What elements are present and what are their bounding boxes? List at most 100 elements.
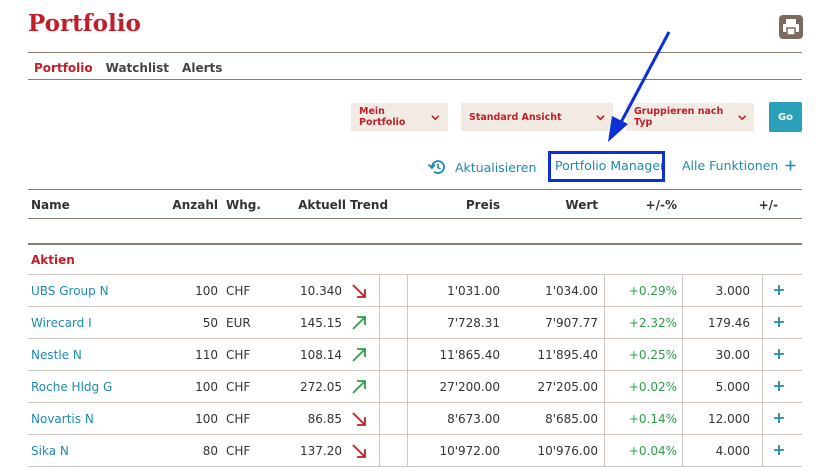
add-icon[interactable] bbox=[772, 379, 786, 393]
column-divider bbox=[379, 435, 380, 467]
column-divider bbox=[682, 371, 683, 403]
stock-name-link[interactable]: Roche Hldg G bbox=[31, 380, 112, 394]
absolute-change: 179.46 bbox=[708, 316, 750, 330]
plus-icon bbox=[785, 160, 796, 171]
quantity: 100 bbox=[195, 412, 218, 426]
add-icon[interactable] bbox=[772, 347, 786, 361]
refresh-link[interactable]: Aktualisieren bbox=[427, 158, 536, 176]
portfolio-select[interactable]: Mein Portfolio bbox=[351, 103, 448, 131]
view-select[interactable]: Standard Ansicht bbox=[461, 103, 613, 131]
table-row: Novartis N 100 CHF 86.85 8'673.00 8'685.00 +0.… bbox=[28, 403, 802, 435]
trend-down-icon bbox=[352, 412, 366, 426]
chevron-down-icon bbox=[596, 114, 605, 120]
col-aktuell[interactable]: Aktuell bbox=[298, 198, 346, 212]
stock-name-link[interactable]: Sika N bbox=[31, 444, 69, 458]
quantity: 80 bbox=[202, 444, 218, 458]
col-wert[interactable]: Wert bbox=[565, 198, 598, 212]
column-divider bbox=[604, 275, 605, 307]
absolute-change: 4.000 bbox=[715, 444, 750, 458]
add-icon[interactable] bbox=[772, 443, 786, 457]
position-value: 27'205.00 bbox=[537, 380, 598, 394]
column-divider bbox=[762, 307, 763, 339]
go-button[interactable]: Go bbox=[769, 102, 802, 132]
table-row: Roche Hldg G 100 CHF 272.05 27'200.00 27'205.… bbox=[28, 371, 802, 403]
tabs-divider bbox=[28, 79, 802, 80]
section-title: Aktien bbox=[31, 253, 75, 267]
column-divider bbox=[604, 403, 605, 435]
table-row: Sika N 80 CHF 137.20 10'972.00 10'976.00 +0.04… bbox=[28, 435, 802, 467]
purchase-price: 10'972.00 bbox=[439, 444, 500, 458]
all-functions-link[interactable]: Alle Funktionen bbox=[682, 158, 796, 173]
table-row: Nestle N 110 CHF 108.14 11'865.40 11'895.40 +0… bbox=[28, 339, 802, 371]
stock-name-link[interactable]: Novartis N bbox=[31, 412, 94, 426]
table-divider bbox=[28, 243, 802, 245]
currency: CHF bbox=[226, 444, 251, 458]
col-whg[interactable]: Whg. bbox=[226, 198, 261, 212]
header-divider bbox=[28, 52, 802, 53]
column-divider bbox=[682, 307, 683, 339]
absolute-change: 5.000 bbox=[715, 380, 750, 394]
col-diff[interactable]: +/- bbox=[759, 198, 778, 212]
trend-down-icon bbox=[352, 444, 366, 458]
current-price: 108.14 bbox=[300, 348, 342, 362]
currency: CHF bbox=[226, 380, 251, 394]
table-header: Name Anzahl Whg. Aktuell Trend Preis Wer… bbox=[28, 189, 802, 219]
quantity: 100 bbox=[195, 284, 218, 298]
current-price: 86.85 bbox=[307, 412, 342, 426]
column-divider bbox=[762, 275, 763, 307]
percent-change: +0.04% bbox=[628, 444, 677, 458]
percent-change: +0.02% bbox=[628, 380, 677, 394]
quantity: 50 bbox=[202, 316, 218, 330]
refresh-label: Aktualisieren bbox=[455, 159, 537, 175]
column-divider bbox=[682, 403, 683, 435]
column-divider bbox=[604, 339, 605, 371]
purchase-price: 8'673.00 bbox=[447, 412, 500, 426]
tab-watchlist[interactable]: Watchlist bbox=[106, 61, 169, 75]
col-pct[interactable]: +/-% bbox=[646, 198, 677, 212]
group-select[interactable]: Gruppieren nach Typ bbox=[626, 103, 754, 131]
table-row: Wirecard I 50 EUR 145.15 7'728.31 7'907.77 +2.… bbox=[28, 307, 802, 339]
printer-icon bbox=[783, 19, 799, 36]
print-button[interactable] bbox=[779, 15, 803, 39]
stock-name-link[interactable]: Wirecard I bbox=[31, 316, 92, 330]
stock-name-link[interactable]: UBS Group N bbox=[31, 284, 109, 298]
column-divider bbox=[604, 435, 605, 467]
column-divider bbox=[407, 307, 408, 339]
currency: CHF bbox=[226, 348, 251, 362]
stock-name-link[interactable]: Nestle N bbox=[31, 348, 82, 362]
column-divider bbox=[407, 275, 408, 307]
trend-up-icon bbox=[352, 316, 366, 330]
view-select-value: Standard Ansicht bbox=[469, 111, 562, 123]
column-divider bbox=[379, 371, 380, 403]
absolute-change: 12.000 bbox=[708, 412, 750, 426]
current-price: 10.340 bbox=[300, 284, 342, 298]
tab-alerts[interactable]: Alerts bbox=[182, 61, 222, 75]
group-select-value: Gruppieren nach Typ bbox=[634, 106, 724, 128]
quantity: 100 bbox=[195, 380, 218, 394]
add-icon[interactable] bbox=[772, 411, 786, 425]
column-divider bbox=[407, 339, 408, 371]
tab-portfolio[interactable]: Portfolio bbox=[34, 61, 93, 75]
absolute-change: 30.00 bbox=[715, 348, 750, 362]
column-divider bbox=[604, 307, 605, 339]
add-icon[interactable] bbox=[772, 283, 786, 297]
currency: CHF bbox=[226, 284, 251, 298]
column-divider bbox=[407, 403, 408, 435]
column-divider bbox=[762, 339, 763, 371]
col-preis[interactable]: Preis bbox=[466, 198, 500, 212]
add-icon[interactable] bbox=[772, 315, 786, 329]
col-anzahl[interactable]: Anzahl bbox=[172, 198, 218, 212]
table-row: UBS Group N 100 CHF 10.340 1'031.00 1'034.00 +… bbox=[28, 275, 802, 307]
col-trend: Trend bbox=[350, 198, 389, 212]
percent-change: +0.14% bbox=[628, 412, 677, 426]
col-name[interactable]: Name bbox=[31, 198, 70, 212]
position-value: 8'685.00 bbox=[545, 412, 598, 426]
position-value: 10'976.00 bbox=[537, 444, 598, 458]
purchase-price: 1'031.00 bbox=[447, 284, 500, 298]
chevron-down-icon bbox=[737, 114, 746, 120]
tab-bar: Portfolio Watchlist Alerts bbox=[28, 61, 235, 75]
trend-up-icon bbox=[352, 380, 366, 394]
column-divider bbox=[379, 403, 380, 435]
annotation-highlight-box bbox=[548, 151, 665, 182]
percent-change: +2.32% bbox=[628, 316, 677, 330]
